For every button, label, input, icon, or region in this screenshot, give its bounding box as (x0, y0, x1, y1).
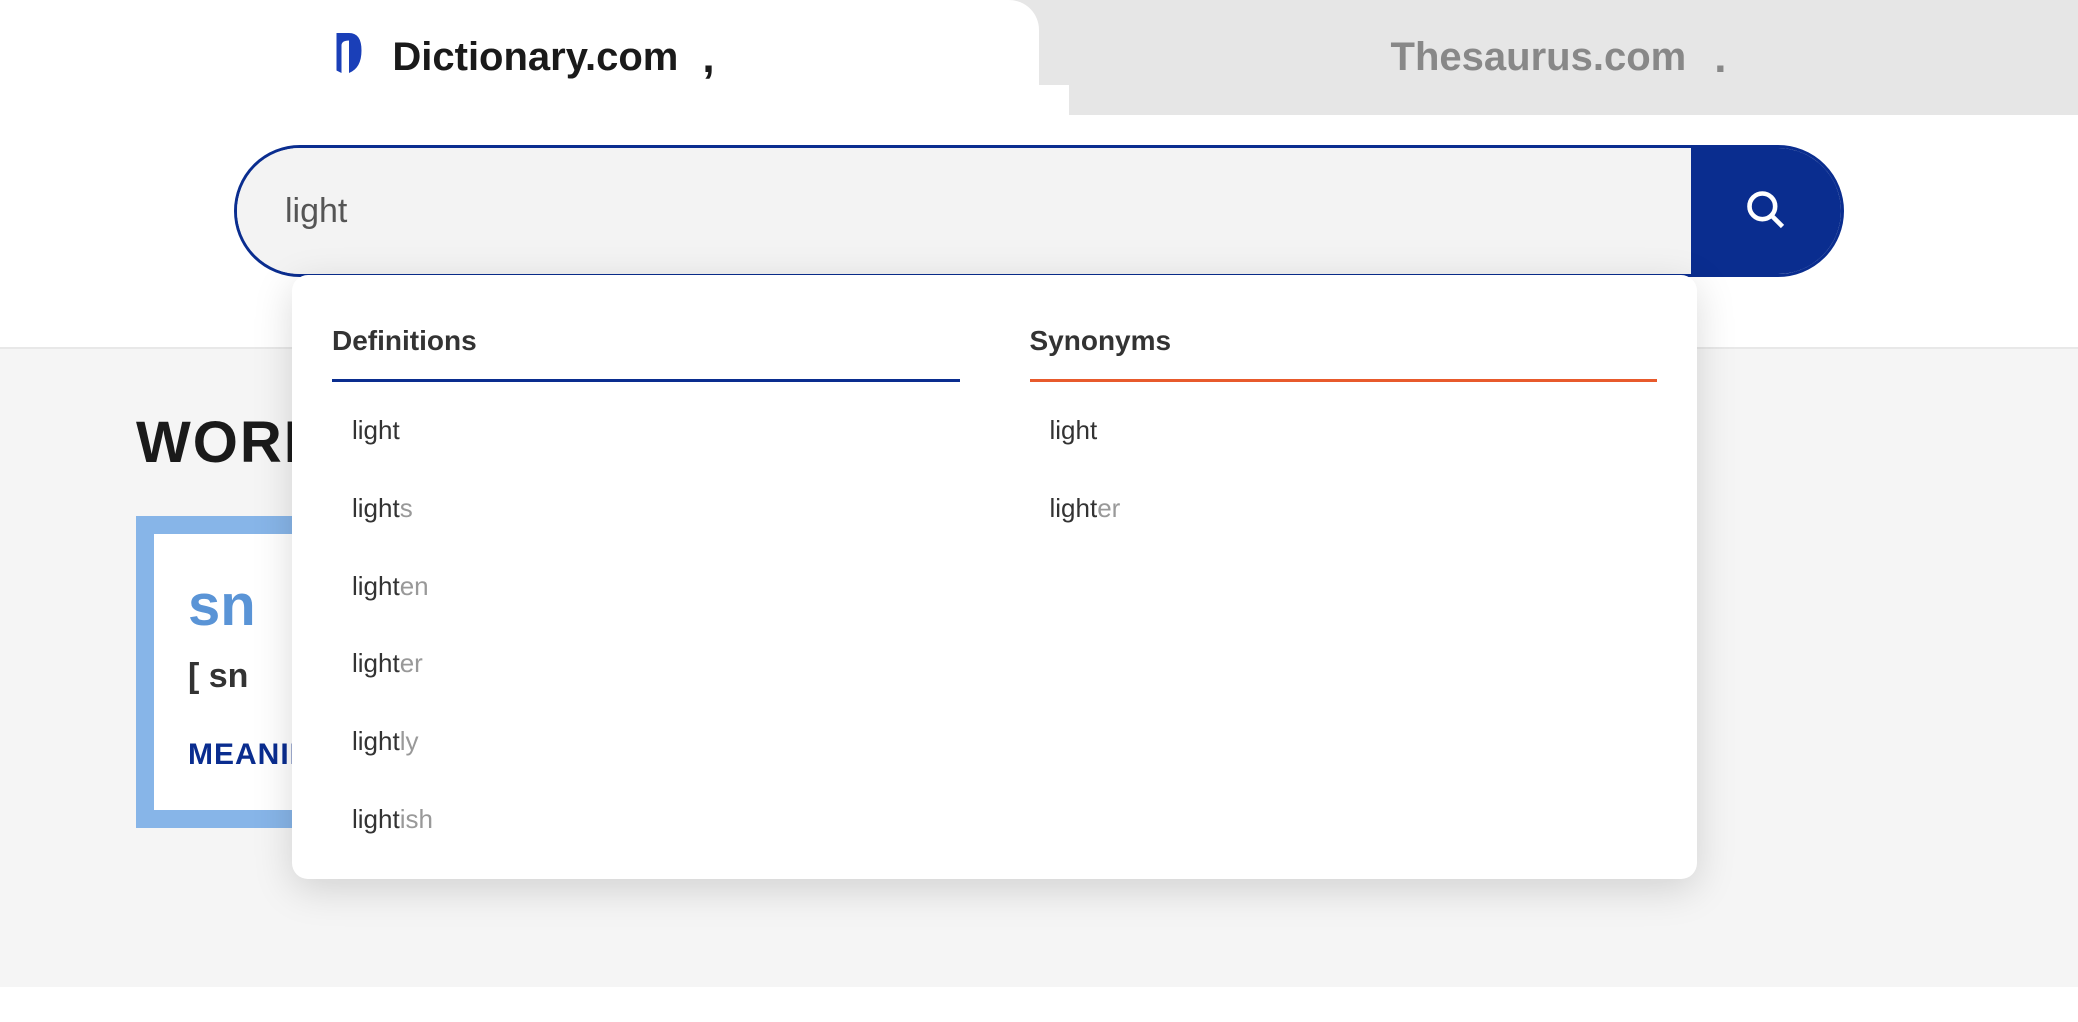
dot-icon: . (1714, 33, 1726, 83)
synonym-suggestion[interactable]: lighter (1030, 460, 1658, 538)
comma-icon: , (702, 33, 714, 83)
search-button[interactable] (1691, 148, 1841, 274)
header-tabs: Dictionary.com , Thesaurus.com . (0, 0, 2078, 115)
definition-suggestion[interactable]: lightish (332, 771, 960, 849)
definition-suggestion[interactable]: lighter (332, 615, 960, 693)
tab-dictionary-label: Dictionary.com (392, 35, 678, 80)
search-bar (234, 145, 1844, 277)
tab-thesaurus-label: Thesaurus.com (1391, 35, 1687, 80)
definitions-column: Definitions light lights lighten lighter… (332, 325, 960, 849)
definition-suggestion[interactable]: lights (332, 460, 960, 538)
tab-thesaurus[interactable]: Thesaurus.com . (1039, 0, 2078, 115)
wotd-pronunciation: [ sn (188, 657, 284, 696)
synonyms-column: Synonyms light lighter (1030, 325, 1658, 849)
definitions-header: Definitions (332, 325, 960, 382)
synonym-suggestion[interactable]: light (1030, 382, 1658, 460)
wotd-word[interactable]: sn (188, 572, 284, 639)
search-input[interactable] (237, 148, 1691, 274)
definition-suggestion[interactable]: light (332, 382, 960, 460)
search-icon (1744, 188, 1788, 235)
dictionary-logo-icon (324, 28, 374, 88)
synonyms-header: Synonyms (1030, 325, 1658, 382)
definition-suggestion[interactable]: lightly (332, 693, 960, 771)
wotd-meaning-label: MEANING (188, 738, 284, 772)
tab-dictionary[interactable]: Dictionary.com , (0, 0, 1039, 115)
search-area: Definitions light lights lighten lighter… (0, 115, 2078, 347)
definition-suggestion[interactable]: lighten (332, 538, 960, 616)
search-suggestions-dropdown: Definitions light lights lighten lighter… (292, 275, 1697, 879)
